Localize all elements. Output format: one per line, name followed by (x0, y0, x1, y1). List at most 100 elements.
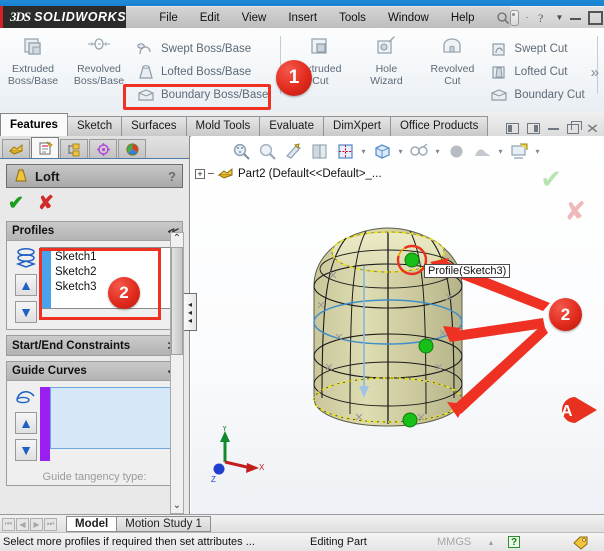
zoom-to-area-icon[interactable] (255, 140, 279, 162)
expand-icon[interactable]: + (195, 169, 205, 179)
boundary-cut-button[interactable]: Boundary Cut (487, 84, 590, 107)
maximize-icon[interactable] (588, 11, 603, 25)
zoom-to-fit-icon[interactable] (229, 140, 253, 162)
cut-group: Swept Cut Lofted Cut Boundary Cut (485, 28, 590, 112)
appearance-icon[interactable] (444, 140, 468, 162)
guide-curves-gutter (40, 387, 50, 461)
hole-wizard-button[interactable]: Hole Wizard (353, 28, 419, 108)
view-orientation-caret[interactable]: ▾ (359, 147, 368, 156)
logo-text: SOLIDWORKS (34, 10, 126, 24)
viewport-cancel-icon[interactable]: ✘ (564, 198, 586, 224)
guide-curves-move-down-button[interactable]: ▼ (15, 439, 37, 461)
revolved-cut-button[interactable]: Revolved Cut (419, 28, 485, 108)
annotation-badge-1: 1 (276, 60, 312, 96)
nav-last-button[interactable]: ⏭ (44, 518, 57, 531)
minimize-icon[interactable] (570, 15, 581, 20)
menu-insert[interactable]: Insert (277, 9, 328, 27)
status-units-caret[interactable]: ▴ (489, 538, 493, 547)
view-settings-icon[interactable] (507, 140, 531, 162)
status-help-icon[interactable]: ? (508, 536, 520, 548)
menu-edit[interactable]: Edit (189, 9, 231, 27)
start-end-constraints-section[interactable]: Start/End Constraints ≫ (6, 335, 183, 356)
feature-tree-flyout[interactable]: + Part2 (Default<<Default>_... (195, 166, 382, 181)
property-manager-scrollbar[interactable]: ⌃ ⌄ (170, 232, 184, 514)
feature-manager-tree-tab[interactable] (2, 139, 30, 158)
loft-property-header: Loft ? (6, 164, 183, 188)
status-units[interactable]: MMGS (437, 536, 471, 548)
hide-show-caret[interactable]: ▾ (433, 147, 442, 156)
panel-collapse-handle[interactable]: ◂ ◂ ◂ (184, 293, 197, 331)
tree-connector (208, 173, 214, 174)
doc-close-icon[interactable]: ✕ (586, 124, 600, 134)
lofted-cut-label: Lofted Cut (514, 66, 567, 78)
guide-curves-section-header[interactable]: Guide Curves ≪ (7, 362, 182, 381)
revolved-cut-label-2: Cut (431, 75, 475, 87)
appearance-manager-tab[interactable] (118, 139, 146, 158)
hide-show-items-icon[interactable] (307, 140, 331, 162)
swept-boss-base-button[interactable]: Swept Boss/Base (134, 38, 274, 61)
cancel-button[interactable]: ✘ (38, 194, 54, 213)
tab-model[interactable]: Model (66, 516, 117, 532)
profiles-move-up-button[interactable]: ▲ (15, 274, 37, 296)
menu-file[interactable]: File (148, 9, 189, 27)
profiles-move-down-button[interactable]: ▼ (15, 301, 37, 323)
display-style-caret[interactable]: ▾ (396, 147, 405, 156)
guide-curves-move-up-button[interactable]: ▲ (15, 412, 37, 434)
tab-office-products[interactable]: Office Products (390, 116, 488, 136)
tab-dimxpert[interactable]: DimXpert (323, 116, 391, 136)
nav-first-button[interactable]: ⏮ (2, 518, 15, 531)
doc-restore-icon[interactable] (567, 124, 579, 134)
configuration-manager-tab[interactable] (60, 139, 88, 158)
graphics-viewport[interactable]: ▾ ▾ ▾ ▾ ▾ + (191, 136, 604, 514)
help-icon[interactable]: ? (168, 169, 176, 184)
display-style-icon[interactable] (370, 140, 394, 162)
display-manager-tab[interactable] (89, 139, 117, 158)
menu-window[interactable]: Window (377, 9, 440, 27)
help-icon[interactable]: ? (536, 11, 549, 25)
revolved-boss-label-2: Boss/Base (74, 75, 124, 87)
scroll-down-icon[interactable]: ⌄ (173, 500, 181, 513)
nav-next-button[interactable]: ▶ (30, 518, 43, 531)
menu-bar: File Edit View Insert Tools Window Help (126, 6, 509, 28)
loft-preview-model[interactable] (296, 224, 492, 440)
scene-caret[interactable]: ▾ (496, 147, 505, 156)
lofted-boss-base-button[interactable]: Lofted Boss/Base (134, 61, 274, 84)
swept-cut-icon (489, 40, 509, 58)
menu-view[interactable]: View (231, 9, 278, 27)
tab-mold-tools[interactable]: Mold Tools (186, 116, 261, 136)
chevron-down-icon[interactable]: ▼ (556, 14, 564, 22)
tab-surfaces[interactable]: Surfaces (121, 116, 186, 136)
scrollbar-thumb[interactable] (171, 247, 183, 355)
nav-prev-button[interactable]: ◀ (16, 518, 29, 531)
document-tab-bar: ⏮ ◀ ▶ ⏭ Model Motion Study 1 (0, 514, 604, 533)
guide-curves-list[interactable] (50, 387, 176, 449)
tab-motion-study[interactable]: Motion Study 1 (116, 516, 211, 532)
view-orientation-icon[interactable] (333, 140, 357, 162)
tab-evaluate[interactable]: Evaluate (259, 116, 324, 136)
section-view-icon[interactable] (281, 140, 305, 162)
pin-icon[interactable] (510, 10, 519, 26)
swept-cut-button[interactable]: Swept Cut (487, 38, 590, 61)
panel-right-icon[interactable] (527, 123, 540, 134)
tab-sketch[interactable]: Sketch (67, 116, 122, 136)
menu-tools[interactable]: Tools (328, 9, 377, 27)
panel-left-icon[interactable] (506, 123, 519, 134)
profiles-section-header[interactable]: Profiles ≪ (7, 222, 182, 241)
scene-icon[interactable] (470, 140, 494, 162)
viewport-confirm-icon[interactable]: ✔ (540, 166, 562, 192)
hide-show-icon[interactable] (407, 140, 431, 162)
solidworks-window: 3DS SOLIDWORKS File Edit View Insert Too… (0, 0, 604, 550)
part-tree-label[interactable]: Part2 (Default<<Default>_... (238, 168, 382, 180)
ribbon-overflow-icon[interactable]: » (591, 64, 599, 81)
extruded-boss-base-button[interactable]: Extruded Boss/Base (0, 28, 66, 108)
search-icon[interactable] (496, 11, 510, 25)
property-manager-tab[interactable] (31, 137, 59, 158)
lofted-cut-button[interactable]: Lofted Cut (487, 61, 590, 84)
tab-features[interactable]: Features (0, 113, 68, 136)
view-settings-caret[interactable]: ▾ (533, 147, 542, 156)
doc-minimize-icon[interactable] (548, 128, 559, 130)
ok-button[interactable]: ✔ (8, 194, 24, 213)
scroll-up-icon[interactable]: ⌃ (173, 233, 181, 246)
tag-icon[interactable] (572, 535, 589, 550)
menu-help[interactable]: Help (440, 9, 486, 27)
